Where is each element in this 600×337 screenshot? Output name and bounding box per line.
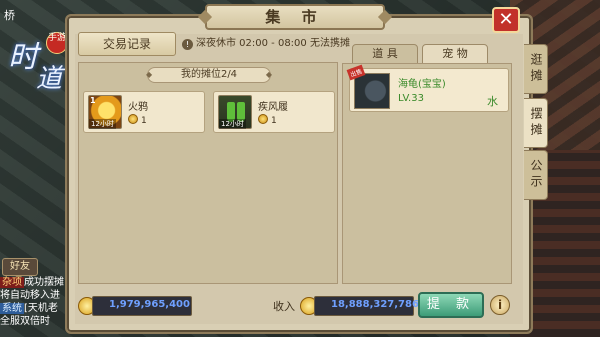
item-name: 疾风履 [258,102,288,113]
gold-balance: 1,979,965,400 [92,296,192,316]
chat-line-1: 杂项 成功摆摊 [0,277,64,288]
chat-line-4: 全服双倍时 [0,316,50,327]
stall-item-wind-boots[interactable]: 12小时 疾风履 1 [213,91,335,133]
my-stall-panel: 我的摊位2/4 1 12小时 火鸦 1 12小时 疾风履 1 [78,62,338,284]
item-duration: 12小时 [219,119,246,129]
market-notice: ! 深夜休市 02:00 - 08:00 无法携摊 [182,37,350,51]
pet-element: 水 [487,95,498,108]
tab-pets[interactable]: 宠 物 [422,44,488,64]
tab-items[interactable]: 道 具 [352,44,418,64]
logo-char-1: 时 [8,40,38,75]
coin-icon [258,114,268,124]
sea-turtle-icon [354,73,390,109]
income-label: 收入 [273,300,295,313]
item-duration: 12小时 [89,119,116,129]
friend-button[interactable]: 好友 [2,258,38,276]
logo-char-2: 道 [36,64,63,94]
item-count: 1 [90,96,96,105]
close-button[interactable]: ✕ [492,7,520,33]
game-logo: 时 道 手游 [2,18,72,104]
trade-record-button[interactable]: 交易记录 [78,32,176,56]
info-icon: ! [182,39,193,50]
withdraw-button[interactable]: 提 款 [418,292,484,318]
pet-name: 海龟(宝宝) [398,79,446,90]
side-label: 桥 [4,9,15,22]
side-tab-public[interactable]: 公示 [524,150,548,200]
pet-card-sea-turtle[interactable]: 出售 海龟(宝宝) LV.33 水 [346,64,509,112]
pet-level: LV.33 [398,93,424,104]
chat-line-3: 系统 [天机老 [0,303,58,314]
item-price: 1 [258,114,277,126]
coin-icon [128,114,138,124]
item-name: 火鸦 [128,102,148,113]
help-icon[interactable]: i [490,295,510,315]
item-price: 1 [128,114,147,126]
stall-item-fire-crow[interactable]: 1 12小时 火鸦 1 [83,91,205,133]
stall-header: 我的摊位2/4 [146,67,272,83]
chat-panel[interactable]: 杂项 成功摆摊 将自动移入进 系统 [天机老 全服双倍时 [0,276,70,328]
side-tab-browse[interactable]: 逛摊 [524,44,548,94]
income-value: 18,888,327,786 [314,296,419,316]
side-tab-set-stall[interactable]: 摆摊 [524,98,548,148]
chat-line-2: 将自动移入进 [0,290,60,301]
market-title: 集 市 [205,4,385,30]
